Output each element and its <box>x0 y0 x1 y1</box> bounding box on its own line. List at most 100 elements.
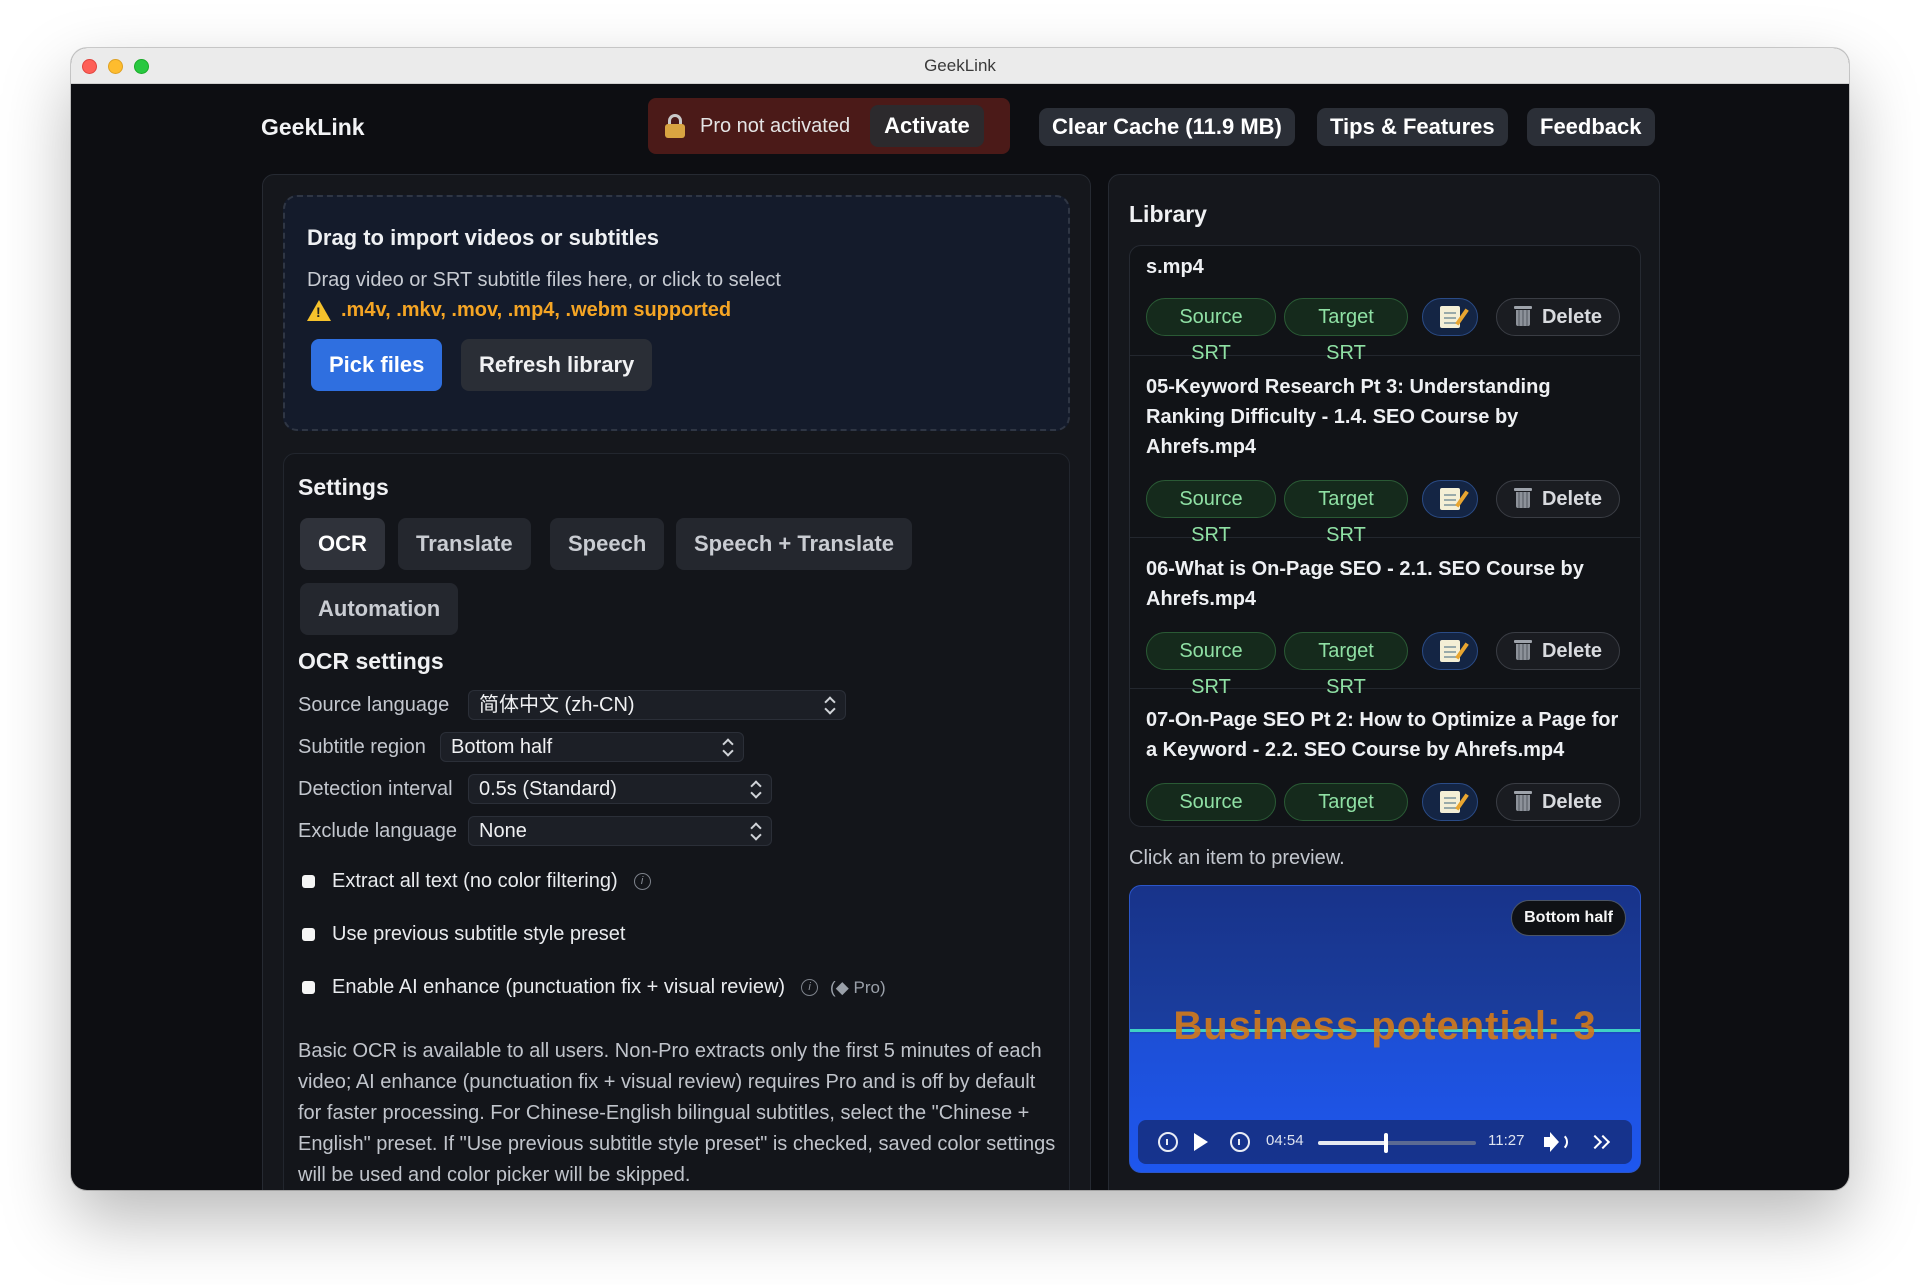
trash-icon <box>1513 487 1532 509</box>
source-srt-button[interactable]: Source SRT <box>1146 480 1276 546</box>
window-title: GeekLink <box>924 56 996 75</box>
seek-thumb[interactable] <box>1383 1133 1388 1153</box>
library-panel: Library s.mp4 Source SRT Target SRT Dele… <box>1108 174 1660 1190</box>
current-time: 04:54 <box>1266 1132 1304 1149</box>
memo-icon <box>1440 488 1460 510</box>
library-item-name: s.mp4 <box>1146 256 1204 278</box>
left-panel: Drag to import videos or subtitles Drag … <box>262 174 1091 1190</box>
detection-interval-select[interactable]: 0.5s (Standard) <box>468 774 772 804</box>
exclude-language-select[interactable]: None <box>468 816 772 846</box>
app-content: GeekLink Pro not activated Activate Clea… <box>71 84 1849 1190</box>
source-language-select[interactable]: 简体中文 (zh-CN) <box>468 690 846 720</box>
edit-button[interactable] <box>1422 480 1478 518</box>
detection-interval-value: 0.5s (Standard) <box>479 778 617 800</box>
ocr-help-text: Basic OCR is available to all users. Non… <box>298 1040 1056 1186</box>
library-item[interactable]: s.mp4 Source SRT Target SRT Delete <box>1130 246 1640 364</box>
tab-translate[interactable]: Translate <box>398 518 531 570</box>
zoom-window-button[interactable] <box>134 59 149 74</box>
preview-hint: Click an item to preview. <box>1129 847 1345 869</box>
refresh-library-button[interactable]: Refresh library <box>461 339 653 391</box>
app-name: GeekLink <box>261 114 365 140</box>
video-preview[interactable]: Bottom half Business potential: 3 04:54 … <box>1129 885 1641 1173</box>
dropzone-title: Drag to import videos or subtitles <box>307 225 660 250</box>
region-badge: Bottom half <box>1511 900 1626 936</box>
more-controls-icon[interactable] <box>1590 1134 1610 1150</box>
trash-icon <box>1513 305 1532 327</box>
library-item[interactable]: 07-On-Page SEO Pt 2: How to Optimize a P… <box>1130 689 1640 826</box>
exclude-language-label: Exclude language <box>298 820 458 842</box>
lock-icon <box>664 114 686 138</box>
ai-enhance-checkbox[interactable] <box>302 981 315 994</box>
edit-button[interactable] <box>1422 783 1478 821</box>
library-item[interactable]: 05-Keyword Research Pt 3: Understanding … <box>1130 356 1640 546</box>
detection-interval-label: Detection interval <box>298 778 453 800</box>
source-srt-button[interactable]: Source SRT <box>1146 298 1276 364</box>
tips-features-button[interactable]: Tips & Features <box>1317 108 1508 146</box>
info-icon[interactable]: i <box>801 979 819 996</box>
delete-button[interactable]: Delete <box>1496 480 1620 518</box>
info-icon[interactable]: i <box>633 873 651 890</box>
warning-icon <box>307 300 331 321</box>
tab-ocr[interactable]: OCR <box>300 518 385 570</box>
play-icon[interactable] <box>1194 1133 1208 1151</box>
pro-badge: (◆ Pro) <box>830 977 886 997</box>
memo-icon <box>1440 791 1460 813</box>
trash-icon <box>1513 639 1532 661</box>
library-item-name: 07-On-Page SEO Pt 2: How to Optimize a P… <box>1146 709 1619 761</box>
previous-style-checkbox[interactable] <box>302 928 315 941</box>
title-bar: GeekLink <box>71 48 1849 84</box>
edit-button[interactable] <box>1422 632 1478 670</box>
target-srt-button[interactable]: Target SRT <box>1284 298 1408 364</box>
window-controls <box>82 59 149 74</box>
delete-label: Delete <box>1541 488 1603 510</box>
video-subtitle-text: Business potential: 3 <box>1173 1004 1597 1048</box>
previous-style-option[interactable]: Use previous subtitle style preset <box>302 923 625 946</box>
import-dropzone[interactable]: Drag to import videos or subtitles Drag … <box>283 195 1070 431</box>
delete-button[interactable]: Delete <box>1496 783 1620 821</box>
ocr-settings-title: OCR settings <box>298 648 444 674</box>
chevron-updown-icon <box>825 696 835 714</box>
dropzone-subtitle: Drag video or SRT subtitle files here, o… <box>307 269 781 291</box>
minimize-window-button[interactable] <box>108 59 123 74</box>
clear-cache-button[interactable]: Clear Cache (11.9 MB) <box>1039 108 1295 146</box>
volume-icon[interactable] <box>1544 1137 1552 1147</box>
target-srt-button[interactable]: Target SRT <box>1284 783 1408 821</box>
delete-label: Delete <box>1541 306 1603 328</box>
source-srt-button[interactable]: Source SRT <box>1146 783 1276 821</box>
pick-files-button[interactable]: Pick files <box>311 339 443 391</box>
subtitle-region-label: Subtitle region <box>298 736 426 758</box>
edit-button[interactable] <box>1422 298 1478 336</box>
ai-enhance-option[interactable]: Enable AI enhance (punctuation fix + vis… <box>302 976 886 999</box>
player-controls: 04:54 11:27 <box>1138 1120 1632 1164</box>
library-item[interactable]: 06-What is On-Page SEO - 2.1. SEO Course… <box>1130 538 1640 698</box>
subtitle-region-value: Bottom half <box>451 736 553 758</box>
forward-icon[interactable] <box>1230 1132 1250 1152</box>
delete-button[interactable]: Delete <box>1496 298 1620 336</box>
settings-section: Settings OCR Translate Speech Speech + T… <box>283 453 1070 1190</box>
extract-all-text-checkbox[interactable] <box>302 875 315 888</box>
memo-icon <box>1440 306 1460 328</box>
target-srt-button[interactable]: Target SRT <box>1284 632 1408 698</box>
source-language-label: Source language <box>298 694 450 716</box>
close-window-button[interactable] <box>82 59 97 74</box>
tab-automation[interactable]: Automation <box>300 583 459 635</box>
target-srt-button[interactable]: Target SRT <box>1284 480 1408 546</box>
rewind-icon[interactable] <box>1158 1132 1178 1152</box>
delete-button[interactable]: Delete <box>1496 632 1620 670</box>
seek-bar[interactable] <box>1318 1133 1476 1153</box>
activate-button[interactable]: Activate <box>870 105 984 147</box>
seek-bar-fill <box>1318 1141 1386 1145</box>
tab-speech[interactable]: Speech <box>550 518 665 570</box>
settings-title: Settings <box>298 474 389 500</box>
extract-all-text-label: Extract all text (no color filtering) <box>332 870 618 892</box>
feedback-button[interactable]: Feedback <box>1527 108 1655 146</box>
source-language-value: 简体中文 (zh-CN) <box>479 694 635 716</box>
source-srt-button[interactable]: Source SRT <box>1146 632 1276 698</box>
tab-speech-translate[interactable]: Speech + Translate <box>676 518 912 570</box>
volume-wave-icon <box>1554 1133 1568 1151</box>
extract-all-text-option[interactable]: Extract all text (no color filtering) i <box>302 870 651 893</box>
subtitle-region-select[interactable]: Bottom half <box>440 732 744 762</box>
library-title: Library <box>1129 201 1207 227</box>
library-item-name: 05-Keyword Research Pt 3: Understanding … <box>1146 376 1551 458</box>
supported-formats-text: .m4v, .mkv, .mov, .mp4, .webm supported <box>341 299 732 321</box>
